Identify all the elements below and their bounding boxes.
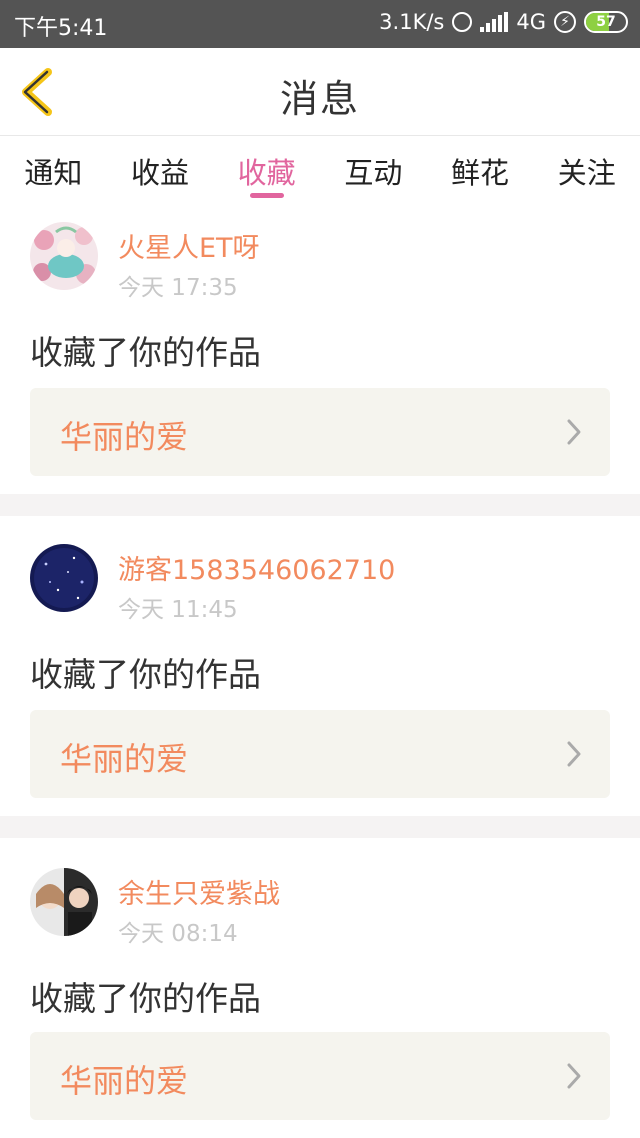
timestamp: 今天 08:14 (118, 921, 238, 947)
message-item: 火星人ET呀 今天 17:35 收藏了你的作品 华丽的爱 (0, 202, 640, 494)
avatar[interactable] (30, 222, 98, 290)
username[interactable]: 余生只爱紫战 (118, 872, 280, 911)
tab-label: 互动 (344, 156, 403, 190)
page-title: 消息 (279, 77, 360, 121)
message-text: 收藏了你的作品 (30, 333, 261, 372)
status-bar: 下午5:41 3.1K/s 4G ⚡ 57 (0, 0, 640, 48)
tab-earnings[interactable]: 收益 (107, 136, 214, 202)
avatar[interactable] (30, 544, 98, 612)
message-item: 余生只爱紫战 今天 08:14 收藏了你的作品 华丽的爱 (0, 838, 640, 1138)
avatar[interactable] (30, 868, 98, 936)
tab-label: 关注 (557, 156, 616, 190)
username[interactable]: 火星人ET呀 (118, 226, 260, 265)
message-text: 收藏了你的作品 (30, 655, 261, 694)
tab-label: 鲜花 (451, 156, 510, 190)
alarm-icon (452, 12, 473, 32)
tab-label: 通知 (24, 156, 83, 190)
work-title: 华丽的爱 (60, 418, 189, 456)
work-card[interactable]: 华丽的爱 (30, 1032, 610, 1120)
work-title: 华丽的爱 (60, 740, 189, 778)
chevron-right-icon (567, 1063, 581, 1089)
chevron-right-icon (567, 419, 581, 445)
message-item: 游客1583546062710 今天 11:45 收藏了你的作品 华丽的爱 (0, 516, 640, 816)
chevron-right-icon (567, 741, 581, 767)
network-type: 4G (516, 10, 546, 34)
tab-interactions[interactable]: 互动 (320, 136, 427, 202)
signal-icon (480, 12, 509, 32)
divider (0, 816, 640, 838)
work-title: 华丽的爱 (60, 1062, 189, 1100)
tab-notifications[interactable]: 通知 (0, 136, 107, 202)
tab-follows[interactable]: 关注 (533, 136, 640, 202)
status-icons: 3.1K/s 4G ⚡ 57 (379, 10, 628, 34)
tab-favorites[interactable]: 收藏 (213, 136, 320, 202)
active-tab-indicator (249, 193, 284, 198)
network-speed: 3.1K/s (379, 10, 445, 34)
battery-icon: 57 (584, 11, 628, 33)
divider (0, 494, 640, 516)
tab-label: 收益 (131, 156, 190, 190)
username[interactable]: 游客1583546062710 (118, 548, 395, 587)
timestamp: 今天 11:45 (118, 597, 238, 623)
tab-bar: 通知 收益 收藏 互动 鲜花 关注 (0, 136, 640, 202)
message-text: 收藏了你的作品 (30, 979, 261, 1018)
battery-level: 57 (596, 14, 616, 30)
work-card[interactable]: 华丽的爱 (30, 710, 610, 798)
tab-flowers[interactable]: 鲜花 (427, 136, 534, 202)
timestamp: 今天 17:35 (118, 275, 238, 301)
status-time: 下午5:41 (14, 16, 108, 41)
tab-label: 收藏 (237, 156, 296, 190)
work-card[interactable]: 华丽的爱 (30, 388, 610, 476)
header: 消息 (0, 48, 640, 136)
charging-icon: ⚡ (554, 11, 576, 33)
